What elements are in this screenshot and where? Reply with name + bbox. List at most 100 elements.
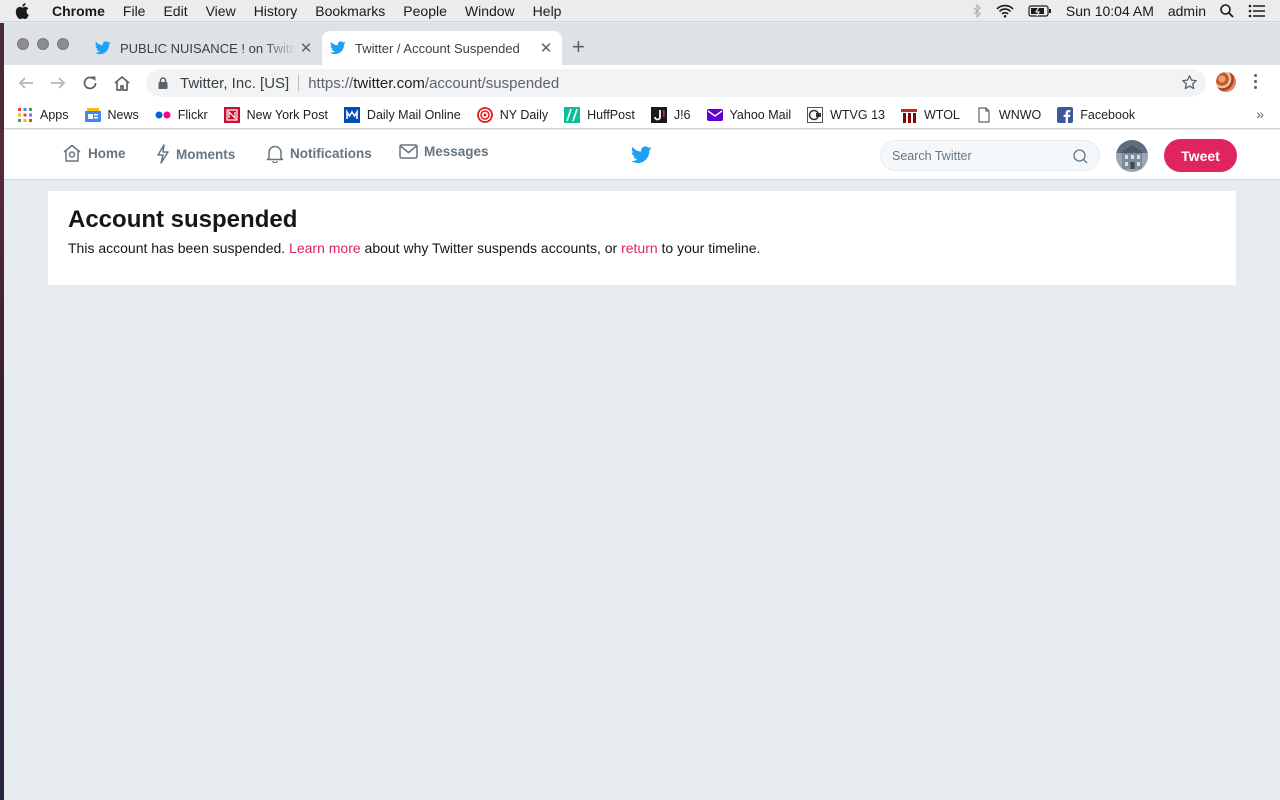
nypost-icon: [223, 106, 240, 123]
tweet-button[interactable]: Tweet: [1164, 139, 1237, 172]
twitter-logo-icon[interactable]: [631, 146, 652, 164]
menu-edit[interactable]: Edit: [154, 3, 196, 19]
page-title: Account suspended: [68, 206, 298, 233]
bookmarks-bar: Apps News Flickr New York Post Daily Mai…: [4, 101, 1280, 129]
profile-avatar[interactable]: [1216, 72, 1236, 92]
battery-icon[interactable]: [1028, 5, 1052, 17]
yahoo-mail-icon: [706, 107, 723, 123]
chrome-menu-icon[interactable]: [1254, 74, 1257, 92]
browser-tab-account-suspended[interactable]: Twitter / Account Suspended ✕: [322, 31, 562, 65]
nav-moments[interactable]: Moments: [156, 144, 235, 164]
bookmark-new-york-post[interactable]: New York Post: [223, 106, 328, 123]
apps-grid-icon: [17, 107, 33, 123]
minimize-window-button[interactable]: [37, 38, 49, 50]
nav-messages-label: Messages: [424, 144, 489, 159]
nav-notifications-label: Notifications: [290, 146, 372, 161]
nav-notifications[interactable]: Notifications: [266, 144, 372, 163]
bookmark-wnwo[interactable]: WNWO: [976, 106, 1042, 123]
search-icon[interactable]: [1073, 149, 1088, 164]
browser-toolbar: Twitter, Inc. [US] https://twitter.com/a…: [4, 65, 1280, 101]
back-arrow-icon[interactable]: [16, 73, 36, 93]
account-suspended-card: Account suspended This account has been …: [48, 191, 1236, 285]
menu-history[interactable]: History: [245, 3, 307, 19]
bookmark-wtvg[interactable]: WTVG 13: [807, 106, 885, 123]
user-avatar[interactable]: [1116, 140, 1148, 172]
nav-home[interactable]: Home: [62, 144, 126, 163]
bookmark-flickr[interactable]: Flickr: [155, 107, 208, 123]
bookmark-label: News: [107, 107, 139, 122]
twitter-page: Home Moments Notifications Messages Sear…: [4, 130, 1280, 800]
menu-chrome[interactable]: Chrome: [44, 3, 114, 19]
more-bookmarks-chevron-icon[interactable]: »: [1256, 106, 1264, 122]
menu-window[interactable]: Window: [456, 3, 524, 19]
lightning-bolt-icon: [156, 144, 170, 164]
home-icon[interactable]: [112, 73, 132, 93]
facebook-icon: [1057, 106, 1074, 123]
zoom-window-button[interactable]: [57, 38, 69, 50]
url-path: /account/suspended: [424, 74, 560, 92]
bookmark-ny-daily[interactable]: NY Daily: [476, 106, 548, 123]
bookmark-label: WTVG 13: [830, 107, 885, 122]
menu-help[interactable]: Help: [524, 3, 571, 19]
bookmark-label: WNWO: [998, 107, 1042, 122]
bluetooth-icon[interactable]: [972, 4, 982, 18]
spotlight-search-icon[interactable]: [1220, 4, 1234, 18]
wtol-icon: [901, 107, 917, 123]
tab-title: Twitter / Account Suspended: [355, 40, 520, 56]
bookmark-label: WTOL: [924, 107, 960, 122]
bookmark-j6[interactable]: J!6: [650, 106, 691, 123]
bookmark-yahoo-mail[interactable]: Yahoo Mail: [706, 107, 791, 123]
tab-title: PUBLIC NUISANCE ! on Twitter: [120, 40, 296, 56]
close-window-button[interactable]: [17, 38, 29, 50]
suspended-text-start: This account has been suspended.: [68, 240, 290, 256]
bookmark-apps[interactable]: Apps: [17, 107, 69, 123]
nydaily-icon: [476, 106, 493, 123]
menu-view[interactable]: View: [197, 3, 245, 19]
browser-tab-strip: PUBLIC NUISANCE ! on Twitter ✕ Twitter /…: [4, 23, 1280, 65]
bookmark-daily-mail[interactable]: Daily Mail Online: [343, 106, 461, 123]
notification-center-icon[interactable]: [1248, 4, 1266, 18]
bookmark-label: Facebook: [1080, 107, 1136, 122]
twitter-bird-icon: [95, 41, 111, 55]
apple-menu-icon[interactable]: [0, 2, 44, 19]
twitter-bird-icon: [330, 41, 346, 55]
forward-arrow-icon[interactable]: [48, 73, 68, 93]
twitter-top-nav: Home Moments Notifications Messages Sear…: [4, 130, 1280, 180]
site-organization: Twitter, Inc. [US]: [180, 74, 290, 92]
learn-more-link[interactable]: Learn more: [289, 240, 361, 256]
lock-icon[interactable]: [158, 77, 168, 89]
close-tab-icon[interactable]: ✕: [536, 39, 556, 57]
new-tab-button[interactable]: +: [572, 36, 585, 58]
menu-bookmarks[interactable]: Bookmarks: [306, 3, 394, 19]
address-bar[interactable]: Twitter, Inc. [US] https://twitter.com/a…: [146, 69, 1206, 97]
macos-menu-bar: Chrome File Edit View History Bookmarks …: [0, 0, 1280, 22]
flickr-icon: [155, 107, 171, 123]
url-host: twitter.com: [353, 74, 425, 92]
nav-messages[interactable]: Messages: [399, 144, 489, 159]
wtvg-icon: [807, 106, 824, 123]
suspended-message: This account has been suspended. Learn m…: [68, 240, 760, 256]
close-tab-icon[interactable]: ✕: [296, 39, 316, 57]
bookmark-label: Daily Mail Online: [366, 107, 461, 122]
nav-home-label: Home: [88, 146, 126, 161]
menu-people[interactable]: People: [394, 3, 456, 19]
suspended-text-middle: about why Twitter suspends accounts, or: [360, 240, 622, 256]
twitter-search-input[interactable]: [892, 148, 1072, 163]
menu-file[interactable]: File: [114, 3, 155, 19]
menubar-user[interactable]: admin: [1168, 3, 1206, 19]
wifi-icon[interactable]: [996, 4, 1014, 18]
bookmark-facebook[interactable]: Facebook: [1057, 106, 1136, 123]
twitter-search-box: [880, 140, 1100, 171]
page-icon: [976, 106, 992, 123]
omnibox-divider: [298, 75, 300, 91]
bookmark-label: New York Post: [246, 107, 328, 122]
bookmark-wtol[interactable]: WTOL: [901, 107, 960, 123]
reload-icon[interactable]: [80, 73, 100, 93]
bookmark-label: Flickr: [177, 107, 208, 122]
return-link[interactable]: return: [621, 240, 658, 256]
bookmark-huffpost[interactable]: HuffPost: [564, 106, 635, 123]
bookmark-news[interactable]: News: [84, 107, 139, 123]
menubar-clock[interactable]: Sun 10:04 AM: [1066, 3, 1154, 19]
bookmark-star-icon[interactable]: [1181, 74, 1198, 91]
browser-tab-public-nuisance[interactable]: PUBLIC NUISANCE ! on Twitter ✕: [87, 31, 322, 65]
